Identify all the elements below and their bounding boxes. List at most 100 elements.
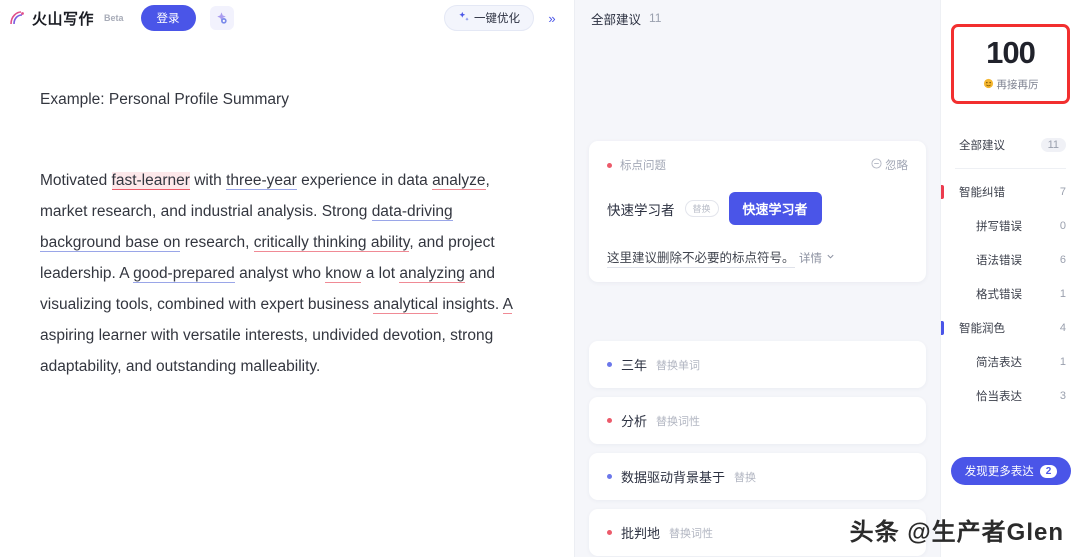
score-number: 100 — [986, 35, 1036, 70]
category-label: 格式错误 — [976, 289, 1022, 301]
document-body[interactable]: Example: Personal Profile Summary Motiva… — [0, 36, 574, 382]
category-label: 拼写错误 — [976, 221, 1022, 233]
flagged-text-19[interactable]: A — [502, 295, 513, 314]
category-count: 4 — [1059, 322, 1066, 334]
flagged-text-15[interactable]: analyzing — [399, 264, 465, 283]
suggestion-card[interactable]: 标点问题 忽略 快速学习者 替换 快速学习者 这里建议删除不必要的标点符号。 详… — [589, 141, 926, 282]
category-label: 简洁表达 — [976, 357, 1022, 369]
category-label: 全部建议 — [959, 140, 1005, 152]
smiley-icon — [983, 78, 994, 92]
severity-dot-icon — [607, 530, 612, 535]
suggestion-word: 分析 — [621, 414, 648, 429]
toolbar-right-group: 一键优化 » — [444, 5, 564, 31]
category-count: 6 — [1059, 254, 1066, 266]
category-accent-bar — [941, 185, 944, 199]
text-run: analyst who — [234, 264, 326, 282]
score-value-wrap: 100 — [954, 37, 1067, 68]
category-label: 恰当表达 — [976, 391, 1022, 403]
text-run: experience in data — [296, 171, 433, 189]
discover-more-label: 发现更多表达 — [964, 466, 1034, 478]
category-label: 智能纠错 — [959, 187, 1005, 199]
discover-more-badge: 2 — [1039, 464, 1058, 478]
text-run: aspiring learner with versatile interest… — [40, 326, 494, 375]
suggestions-pane: 全部建议 11 标点问题 忽略 快速学习者 替换 快速学习者 这里建议删除不必要… — [575, 0, 940, 557]
category-list: 全部建议 11 智能纠错 7 拼写错误 0 语法错误 6 格式错误 1 智能润色 4 简洁表达 1 恰当表达… — [941, 128, 1080, 413]
flagged-text-1[interactable]: fast-learner — [111, 171, 190, 190]
category-count: 1 — [1059, 356, 1066, 368]
score-card: 100 再接再厉 — [951, 24, 1070, 104]
beta-tag: Beta — [104, 13, 124, 23]
volcano-logo-icon — [8, 8, 28, 28]
severity-dot-icon — [607, 418, 612, 423]
chevron-down-icon — [826, 252, 835, 264]
minus-circle-icon — [871, 158, 882, 172]
sidebar-item-4[interactable]: 格式错误 1 — [941, 277, 1080, 311]
flagged-text-13[interactable]: know — [325, 264, 362, 283]
optimize-label: 一键优化 — [474, 13, 520, 25]
document-title: Example: Personal Profile Summary — [40, 91, 289, 108]
suggestion-word: 批判地 — [621, 526, 661, 541]
score-value: 100 — [983, 35, 1038, 70]
sidebar-item-1[interactable]: 智能纠错 7 — [941, 175, 1080, 209]
brand: 火山写作 Beta — [8, 8, 127, 29]
original-word: 快速学习者 — [607, 202, 675, 218]
sidebar-item-6[interactable]: 简洁表达 1 — [941, 345, 1080, 379]
severity-dot-icon — [607, 474, 612, 479]
flagged-text-5[interactable]: analyze — [432, 171, 486, 190]
category-count: 11 — [1040, 138, 1066, 152]
severity-dot-icon — [607, 362, 612, 367]
sidebar-item-7[interactable]: 恰当表达 3 — [941, 379, 1080, 413]
score-sidebar: 100 再接再厉 全部建议 11 智能纠错 7 拼写错误 0 语法错误 6 格式错误 1 智能润色 4… — [940, 0, 1080, 557]
category-accent-bar — [941, 321, 944, 335]
suggestion-kind: 替换词性 — [656, 415, 701, 428]
sidebar-item-0[interactable]: 全部建议 11 — [941, 128, 1080, 162]
flagged-text-17[interactable]: analytical — [373, 295, 439, 314]
suggestion-details-toggle[interactable]: 详情 — [799, 250, 835, 266]
ignore-label: 忽略 — [885, 160, 908, 172]
text-run: Motivated — [40, 171, 112, 189]
list-item[interactable]: 分析 替换词性 — [589, 397, 926, 444]
text-run: a lot — [361, 264, 400, 282]
sidebar-divider — [955, 168, 1066, 169]
category-count: 7 — [1059, 186, 1066, 198]
suggestion-type-label: 标点问题 — [620, 160, 666, 172]
severity-dot-icon — [607, 162, 612, 168]
brand-name: 火山写作 — [32, 10, 95, 28]
apply-replacement-button[interactable]: 快速学习者 — [728, 192, 822, 225]
collapse-panel-icon[interactable]: » — [540, 6, 564, 30]
flagged-text-3[interactable]: three-year — [226, 171, 297, 190]
list-item[interactable]: 数据驱动背景基于 替换 — [589, 453, 926, 500]
text-run: research, — [180, 233, 254, 251]
category-count: 3 — [1059, 390, 1066, 402]
one-click-optimize-button[interactable]: 一键优化 — [444, 5, 534, 31]
login-button[interactable]: 登录 — [140, 5, 196, 31]
details-label: 详情 — [798, 253, 822, 265]
watermark: 头条 @生产者Glen — [849, 519, 1064, 546]
sidebar-item-3[interactable]: 语法错误 6 — [941, 243, 1080, 277]
sidebar-item-2[interactable]: 拼写错误 0 — [941, 209, 1080, 243]
text-run: insights. — [438, 295, 503, 313]
flagged-text-9[interactable]: critically thinking ability — [253, 233, 410, 252]
suggestion-kind: 替换词性 — [669, 527, 714, 540]
category-count: 1 — [1059, 288, 1066, 300]
list-item[interactable]: 三年 替换单词 — [589, 341, 926, 388]
suggestion-explanation: 这里建议删除不必要的标点符号。 — [607, 247, 795, 268]
top-toolbar: 火山写作 Beta 登录 一键优化 » — [0, 0, 574, 36]
ignore-button[interactable]: 忽略 — [871, 157, 908, 173]
suggestions-header: 全部建议 11 — [575, 0, 940, 36]
app-root: 火山写作 Beta 登录 一键优化 » Example: Personal Pr… — [0, 0, 1080, 557]
suggestion-word: 三年 — [621, 358, 648, 373]
sidebar-item-5[interactable]: 智能润色 4 — [941, 311, 1080, 345]
discover-more-button[interactable]: 发现更多表达 2 — [951, 457, 1071, 485]
category-count: 0 — [1059, 220, 1066, 232]
suggestions-count: 11 — [649, 11, 662, 25]
replace-arrow-icon: 替换 — [684, 200, 719, 217]
sparkle-gear-icon[interactable] — [209, 6, 234, 30]
editor-pane: 火山写作 Beta 登录 一键优化 » Example: Personal Pr… — [0, 0, 575, 557]
score-subtitle: 再接再厉 — [954, 77, 1067, 92]
suggestion-replacement-row: 快速学习者 替换 快速学习者 — [607, 192, 908, 225]
score-subtitle-text: 再接再厉 — [996, 79, 1039, 91]
flagged-text-11[interactable]: good-prepared — [133, 264, 235, 283]
suggestion-kind: 替换单词 — [656, 359, 701, 372]
suggestion-kind: 替换 — [734, 471, 757, 484]
